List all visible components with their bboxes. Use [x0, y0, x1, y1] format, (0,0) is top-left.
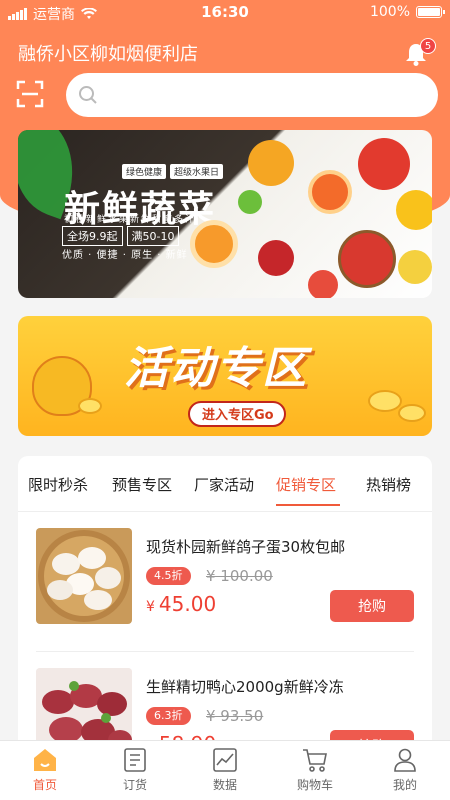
active-tab-indicator — [276, 504, 340, 506]
bottom-navigation: 首页 订货 数据 购物车 我的 — [0, 740, 450, 800]
coin-icon — [398, 404, 426, 422]
nav-label: 订货 — [122, 778, 147, 792]
user-icon — [394, 748, 416, 772]
buy-now-button[interactable]: 抢购 — [330, 590, 414, 622]
original-price: ¥ 93.50 — [206, 707, 264, 725]
status-bar: 运营商 16:30 100% — [0, 0, 450, 26]
scan-button[interactable] — [16, 80, 44, 108]
sale-price: ¥45.00 — [146, 592, 216, 616]
discount-badge: 6.3折 — [146, 707, 191, 725]
scan-icon — [16, 80, 44, 108]
battery-icon — [416, 6, 445, 18]
nav-order[interactable]: 订货 — [90, 747, 180, 793]
battery-percent: 100% — [369, 4, 410, 20]
chart-icon — [213, 748, 237, 772]
category-tabs: 限时秒杀 预售专区 厂家活动 促销专区 热销榜 — [18, 456, 432, 512]
product-name: 现货朴园新鲜鸽子蛋30枚包邮 — [146, 538, 346, 556]
store-name[interactable]: 融侨小区柳如烟便利店 — [18, 40, 198, 66]
banner-subtitle: 初秋新鲜水果新鲜甜蜜多汁 — [64, 215, 197, 225]
notification-button[interactable]: 5 — [404, 38, 436, 66]
search-bar[interactable] — [66, 73, 438, 117]
notification-badge: 5 — [420, 38, 436, 54]
nav-label: 我的 — [392, 778, 417, 792]
home-icon — [34, 749, 56, 771]
nav-label: 首页 — [32, 778, 57, 792]
nav-home[interactable]: 首页 — [0, 747, 90, 793]
price-value: 45.00 — [158, 592, 217, 616]
nav-data[interactable]: 数据 — [180, 747, 270, 793]
nav-cart[interactable]: 购物车 — [270, 747, 360, 793]
product-panel: 限时秒杀 预售专区 厂家活动 促销专区 热销榜 现货朴园新鲜鸽子蛋30枚包邮 4… — [18, 456, 432, 756]
enter-zone-button[interactable]: 进入专区Go — [188, 401, 286, 427]
tab-manufacturer[interactable]: 厂家活动 — [194, 474, 254, 495]
tab-flash-sale[interactable]: 限时秒杀 — [28, 474, 88, 495]
discount-badge: 4.5折 — [146, 567, 191, 585]
tab-presale[interactable]: 预售专区 — [112, 474, 172, 495]
original-price: ¥ 100.00 — [206, 567, 273, 585]
banner-tag: 绿色健康 — [122, 164, 167, 179]
search-input[interactable] — [108, 81, 418, 109]
product-item[interactable]: 现货朴园新鲜鸽子蛋30枚包邮 4.5折 ¥ 100.00 ¥45.00 抢购 — [18, 512, 432, 652]
banner-features: 优质 · 便捷 · 原生 · 新鲜 — [62, 250, 188, 261]
banner-offer: 全场9.9起 — [62, 226, 123, 246]
tab-bestsellers[interactable]: 热销榜 — [366, 474, 411, 495]
cart-icon — [303, 749, 327, 772]
order-list-icon — [124, 748, 146, 772]
search-icon — [79, 86, 97, 104]
banner-tag: 超级水果日 — [170, 164, 224, 179]
promo-title: 活动专区 — [124, 343, 308, 394]
coin-icon — [368, 390, 402, 412]
product-name: 生鲜精切鸭心2000g新鲜冷冻 — [146, 678, 344, 696]
tab-promotion[interactable]: 促销专区 — [276, 474, 336, 495]
product-image — [36, 528, 132, 624]
nav-label: 购物车 — [296, 778, 333, 792]
coin-icon — [78, 398, 102, 414]
nav-profile[interactable]: 我的 — [360, 747, 450, 793]
fresh-vegetables-banner[interactable]: 绿色健康 超级水果日 新鲜蔬菜 初秋新鲜水果新鲜甜蜜多汁 全场9.9起 满50-… — [18, 130, 432, 298]
currency-symbol: ¥ — [146, 599, 155, 615]
activity-zone-banner[interactable]: 活动专区 进入专区Go — [18, 316, 432, 436]
banner-offer: 满50-10 — [126, 226, 180, 246]
nav-label: 数据 — [212, 778, 237, 792]
